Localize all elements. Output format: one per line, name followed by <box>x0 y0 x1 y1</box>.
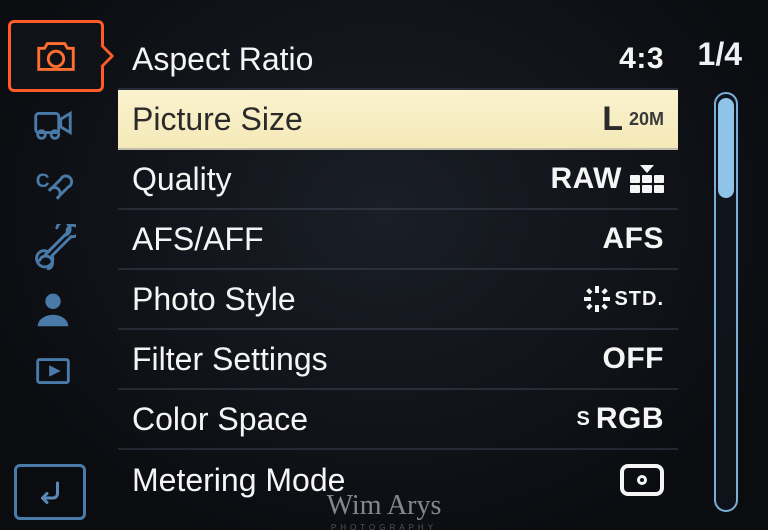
scrollbar-thumb[interactable] <box>718 98 734 198</box>
menu-value-sup: S <box>576 408 589 431</box>
menu-value: RGB <box>596 402 664 436</box>
menu-item-picture-size[interactable]: Picture Size L 20M <box>118 90 678 150</box>
tab-playback[interactable] <box>13 340 93 402</box>
menu-label: Picture Size <box>132 101 602 138</box>
menu-list: Aspect Ratio 4:3 Picture Size L 20M Qual… <box>118 30 678 510</box>
playback-icon <box>30 348 76 394</box>
menu-value: OFF <box>603 342 665 376</box>
raw-plus-icon <box>630 165 664 193</box>
menu-scrollbar[interactable] <box>714 92 738 512</box>
back-button[interactable] <box>14 464 86 520</box>
menu-item-quality[interactable]: Quality RAW <box>118 150 678 210</box>
menu-item-afs-aff[interactable]: AFS/AFF AFS <box>118 210 678 270</box>
menu-item-aspect-ratio[interactable]: Aspect Ratio 4:3 <box>118 30 678 90</box>
menu-label: Metering Mode <box>132 462 620 499</box>
tab-video[interactable] <box>13 92 93 154</box>
watermark-sub: PHOTOGRAPHY <box>331 523 437 530</box>
camera-icon <box>33 33 79 79</box>
menu-item-filter-settings[interactable]: Filter Settings OFF <box>118 330 678 390</box>
menu-label: Photo Style <box>132 281 584 318</box>
menu-value: STD. <box>614 288 664 311</box>
menu-label: Color Space <box>132 401 576 438</box>
menu-value: RAW <box>551 162 623 196</box>
video-icon <box>30 100 76 146</box>
tab-photo[interactable] <box>8 20 104 92</box>
wrench-icon <box>30 224 76 270</box>
page-indicator: 1/4 <box>698 36 742 73</box>
menu-value: 4:3 <box>619 42 664 76</box>
menu-label: Aspect Ratio <box>132 41 619 78</box>
menu-item-metering-mode[interactable]: Metering Mode <box>118 450 678 510</box>
custom-wrench-icon: C <box>30 162 76 208</box>
burst-icon <box>584 286 610 312</box>
metering-multi-icon <box>620 462 664 498</box>
menu-label: Quality <box>132 161 551 198</box>
menu-item-color-space[interactable]: Color Space S RGB <box>118 390 678 450</box>
menu-value-sub: 20M <box>629 109 664 130</box>
tab-setup[interactable] <box>13 216 93 278</box>
menu-label: Filter Settings <box>132 341 603 378</box>
tab-custom[interactable]: C <box>13 154 93 216</box>
return-icon <box>29 474 71 510</box>
menu-item-photo-style[interactable]: Photo Style STD. <box>118 270 678 330</box>
tab-mymenu[interactable] <box>13 278 93 340</box>
menu-value: L <box>602 100 623 139</box>
svg-text:C: C <box>36 171 50 192</box>
person-icon <box>30 286 76 332</box>
sidebar-tabs: C <box>8 20 98 402</box>
menu-value: AFS <box>603 222 665 256</box>
menu-label: AFS/AFF <box>132 221 603 258</box>
